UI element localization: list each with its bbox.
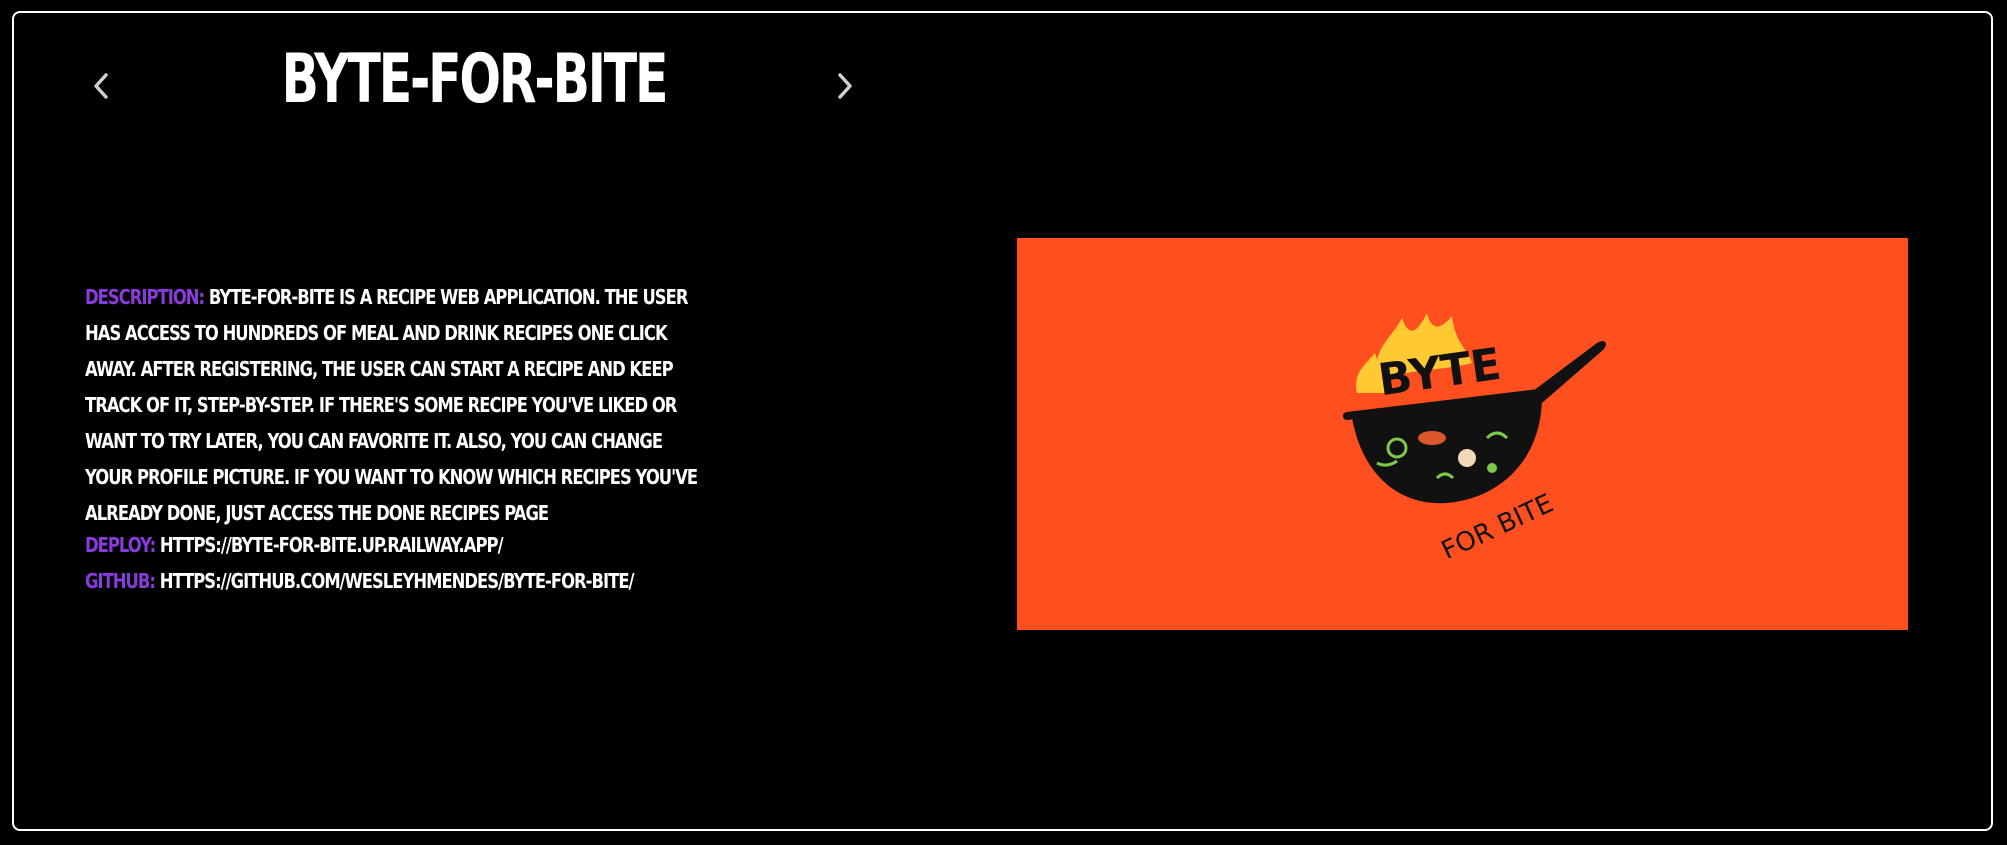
project-card: BYTE-FOR-BITE DESCRIPTION: BYTE-FOR-BITE… [12, 11, 1993, 831]
project-title: BYTE-FOR-BITE [281, 40, 669, 119]
github-row: GITHUB: HTTPS://GITHUB.COM/WESLEYHMENDES… [85, 563, 708, 599]
chevron-right-icon [838, 73, 852, 99]
description-text: BYTE-FOR-BITE IS A RECIPE WEB APPLICATIO… [85, 285, 698, 525]
github-label: GITHUB: [85, 569, 156, 593]
project-description: DESCRIPTION: BYTE-FOR-BITE IS A RECIPE W… [85, 279, 708, 531]
chevron-left-icon [94, 73, 108, 99]
deploy-link[interactable]: HTTPS://BYTE-FOR-BITE.UP.RAILWAY.APP/ [160, 533, 504, 557]
github-link[interactable]: HTTPS://GITHUB.COM/WESLEYHMENDES/BYTE-FO… [160, 569, 635, 593]
previous-project-button[interactable] [86, 67, 116, 105]
project-links: DEPLOY: HTTPS://BYTE-FOR-BITE.UP.RAILWAY… [85, 527, 708, 599]
next-project-button[interactable] [830, 67, 860, 105]
byte-for-bite-logo: BYTE FOR BITE [1343, 313, 1606, 558]
deploy-row: DEPLOY: HTTPS://BYTE-FOR-BITE.UP.RAILWAY… [85, 527, 708, 563]
description-label: DESCRIPTION: [85, 285, 205, 309]
deploy-label: DEPLOY: [85, 533, 156, 557]
project-preview-image: BYTE FOR BITE [1017, 238, 1908, 630]
